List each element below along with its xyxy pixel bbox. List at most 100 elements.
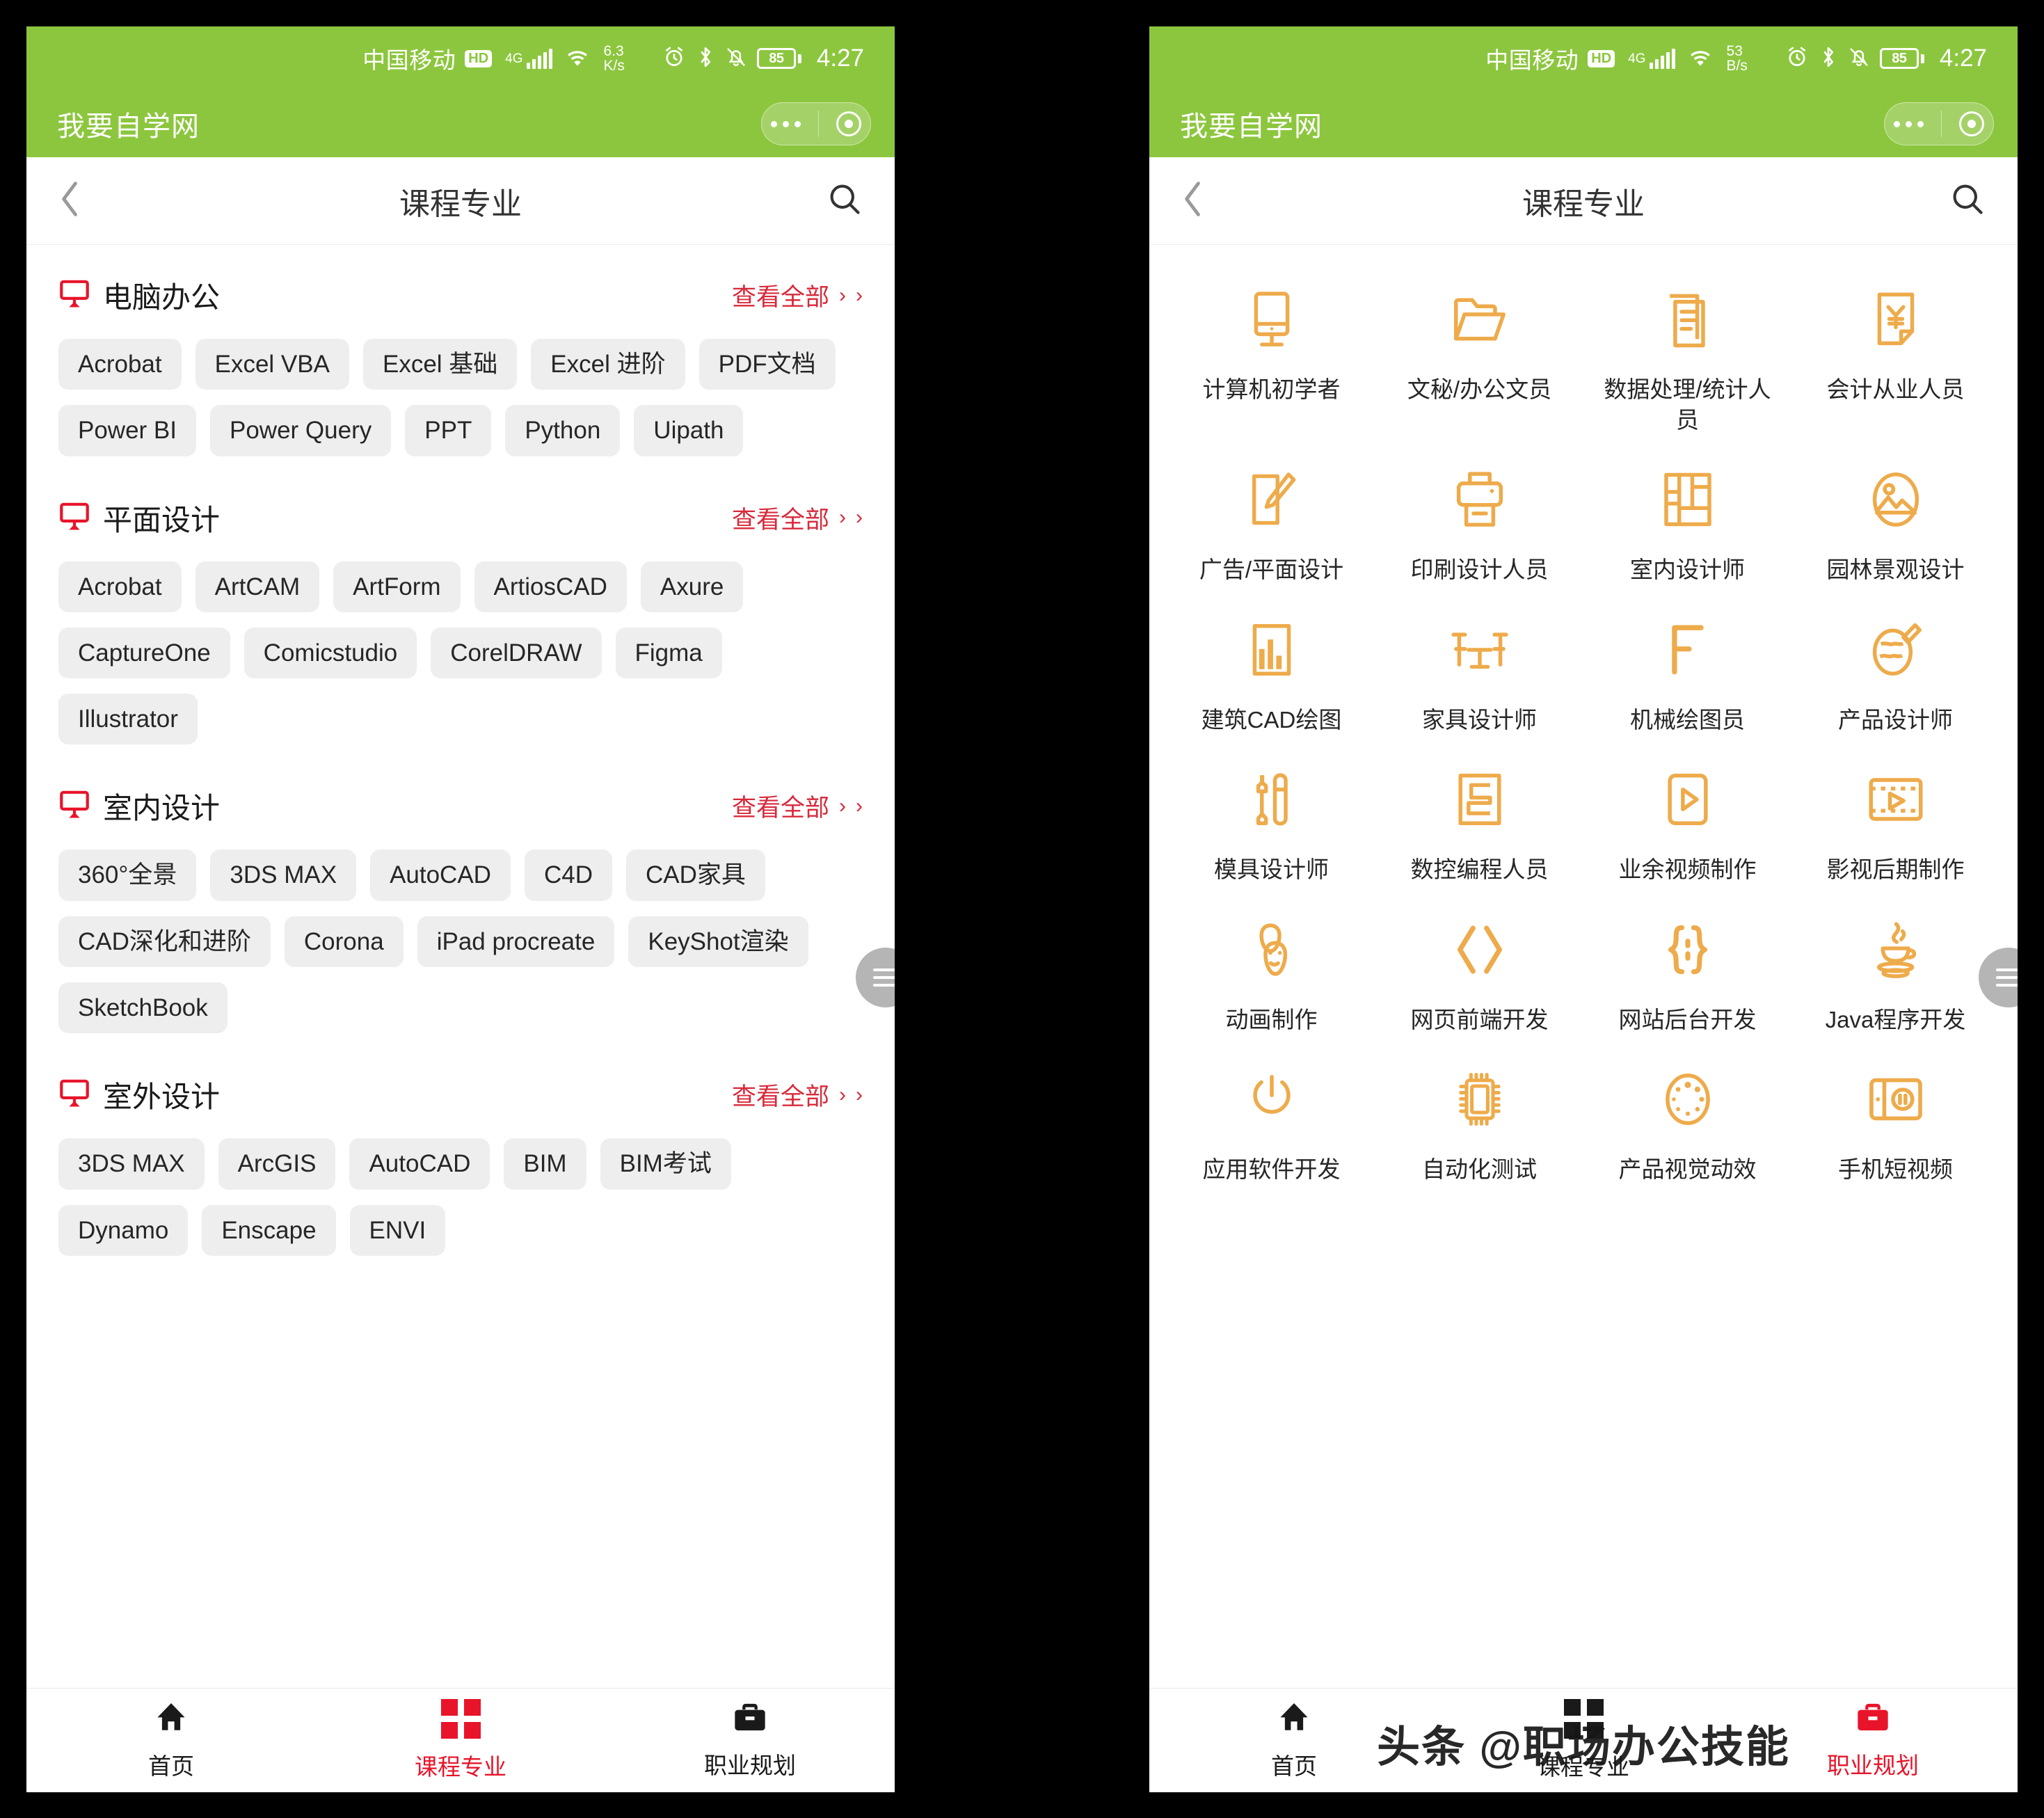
tag-item[interactable]: CAD家具 [626,850,765,901]
profession-cell[interactable]: 产品视觉动效 [1583,1053,1791,1185]
tab-courses[interactable]: 课程专业 [316,1699,605,1782]
tag-item[interactable]: Power Query [210,405,392,456]
section-header: 平面设计 查看全部 › › [26,468,895,539]
profession-cell[interactable]: Java程序开发 [1791,903,1999,1035]
profession-cell[interactable]: 手机短视频 [1791,1053,1999,1185]
profession-cell[interactable]: 建筑CAD绘图 [1167,603,1375,735]
profession-cell[interactable]: 影视后期制作 [1791,753,1999,885]
close-target-icon[interactable] [1959,111,1985,136]
play-rect-icon [1662,765,1714,834]
back-icon[interactable] [58,180,82,222]
tag-item[interactable]: CaptureOne [58,627,230,679]
network-speed-value: 53 [1726,42,1743,59]
tag-item[interactable]: ArcGIS [218,1138,336,1190]
profession-cell[interactable]: 家具设计师 [1375,603,1583,735]
tag-item[interactable]: Illustrator [58,694,198,745]
tag-item[interactable]: ENVI [349,1204,446,1256]
capsule-divider [1940,111,1942,137]
tag-item[interactable]: AutoCAD [370,850,511,901]
tag-item[interactable]: Uipath [634,405,744,456]
tag-item[interactable]: Comicstudio [243,627,417,679]
profession-cell[interactable]: 自动化测试 [1375,1053,1583,1185]
clock-label: 4:27 [1939,45,1987,72]
tag-item[interactable]: BIM考试 [600,1138,731,1190]
tag-item[interactable]: 360°全景 [58,850,197,901]
tag-item[interactable]: Python [505,405,621,456]
tag-item[interactable]: Power BI [58,405,196,456]
profession-cell[interactable]: 模具设计师 [1167,753,1375,885]
tab-career[interactable]: 职业规划 [605,1700,895,1780]
miniprogram-capsule[interactable] [1884,102,1994,145]
profession-cell[interactable]: 文秘/办公文员 [1375,273,1583,435]
tag-item[interactable]: Excel VBA [195,339,349,390]
tag-item[interactable]: PPT [405,405,492,456]
back-icon[interactable] [1181,180,1205,222]
battery-tip [1920,54,1924,63]
tab-courses[interactable]: 课程专业 [1439,1699,1728,1782]
tag-item[interactable]: ArtiosCAD [474,561,627,612]
tab-home[interactable]: 首页 [26,1700,316,1781]
tag-item[interactable]: Excel 进阶 [531,339,685,390]
profession-cell[interactable]: 机械绘图员 [1583,603,1791,735]
tag-item[interactable]: C4D [524,850,612,901]
profession-cell[interactable]: 网站后台开发 [1583,903,1791,1035]
tag-list: 360°全景 3DS MAX AutoCAD C4D CAD家具 CAD深化和进… [26,827,895,1040]
profession-label: 广告/平面设计 [1199,557,1344,583]
tag-item[interactable]: Acrobat [58,339,182,390]
view-all-label: 查看全部 [731,1083,829,1111]
profession-cell[interactable]: 业余视频制作 [1583,753,1791,885]
chevron-right-icon-2: › [856,283,863,307]
more-menu-icon[interactable] [770,120,801,127]
view-all-link[interactable]: 查看全部 › › [732,1077,863,1113]
profession-cell[interactable]: 动画制作 [1167,903,1375,1035]
profession-cell[interactable]: 室内设计师 [1583,453,1791,585]
close-target-icon[interactable] [836,111,862,136]
tab-home[interactable]: 首页 [1149,1700,1439,1781]
tag-item[interactable]: BIM [504,1138,586,1190]
tag-item[interactable]: ArtCAM [195,561,320,612]
search-icon[interactable] [827,181,863,221]
course-category-list[interactable]: 电脑办公 查看全部 › › Acrobat Excel VBA Excel 基础… [26,245,895,1688]
view-all-link[interactable]: 查看全部 › › [732,278,863,313]
profession-cell[interactable]: 产品设计师 [1791,603,1999,735]
network-speed-indicator: 53 B/s [1726,42,1748,73]
profession-cell[interactable]: 计算机初学者 [1167,273,1375,435]
tag-item[interactable]: iPad procreate [417,916,615,968]
tag-item[interactable]: Acrobat [58,561,182,612]
tag-item[interactable]: SketchBook [58,982,227,1034]
tag-item[interactable]: AutoCAD [349,1138,490,1190]
tag-item[interactable]: ArtForm [333,561,461,612]
tag-item[interactable]: Figma [615,627,722,679]
tag-item[interactable]: CorelDRAW [431,627,602,679]
profession-cell[interactable]: 广告/平面设计 [1167,453,1375,585]
tag-item[interactable]: Corona [284,916,404,968]
profession-cell[interactable]: 会计从业人员 [1791,273,1999,435]
profession-label: 数据处理/统计人员 [1604,376,1771,433]
tag-item[interactable]: Excel 基础 [362,339,518,390]
profession-grid-scroll[interactable]: 计算机初学者 文秘/办公文员 数据处理/统计人员 会计从业人员 广告/平面设计 … [1149,245,2018,1688]
profession-cell[interactable]: 园林景观设计 [1791,453,1999,585]
miniprogram-capsule[interactable] [761,102,871,145]
tag-item[interactable]: CAD深化和进阶 [58,916,271,968]
tag-item[interactable]: Dynamo [58,1204,189,1256]
profession-label: 产品视觉动效 [1618,1156,1757,1183]
profession-cell[interactable]: 网页前端开发 [1375,903,1583,1035]
tag-item[interactable]: 3DS MAX [210,850,357,901]
profession-cell[interactable]: 印刷设计人员 [1375,453,1583,585]
search-icon[interactable] [1949,181,1986,221]
tab-career[interactable]: 职业规划 [1728,1700,2018,1780]
profession-cell[interactable]: 应用软件开发 [1167,1053,1375,1185]
section-title-group: 室内设计 [58,785,220,827]
profession-cell[interactable]: 数据处理/统计人员 [1583,273,1791,435]
view-all-link[interactable]: 查看全部 › › [732,788,863,824]
profession-cell[interactable]: 数控编程人员 [1375,753,1583,885]
view-all-link[interactable]: 查看全部 › › [732,500,863,536]
tag-item[interactable]: PDF文档 [698,339,836,390]
more-menu-icon[interactable] [1893,120,1924,127]
tag-item[interactable]: Enscape [202,1204,336,1256]
tag-item[interactable]: Axure [640,561,744,612]
profession-label: 模具设计师 [1214,856,1329,883]
tag-item[interactable]: KeyShot渲染 [628,916,808,968]
landscape-icon [1867,465,1925,534]
tag-item[interactable]: 3DS MAX [58,1138,205,1190]
